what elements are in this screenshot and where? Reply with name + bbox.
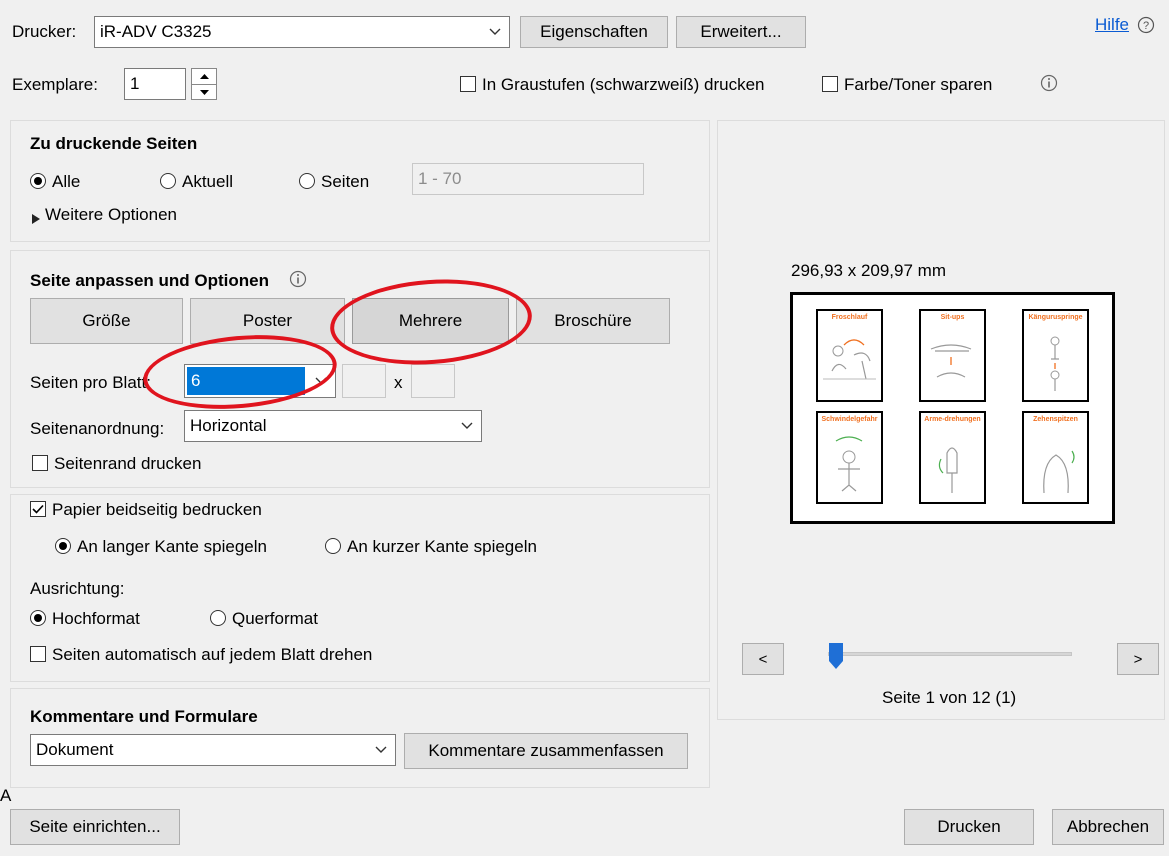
- radio-portrait-label: Hochformat: [52, 609, 140, 628]
- advanced-button[interactable]: Erweitert...: [676, 16, 806, 48]
- radio-short-edge-label: An kurzer Kante spiegeln: [347, 537, 537, 556]
- radio-pages[interactable]: [299, 173, 315, 189]
- save-toner-checkbox[interactable]: [822, 76, 838, 92]
- radio-pages-label: Seiten: [321, 172, 370, 191]
- pages-range-input[interactable]: 1 - 70: [412, 163, 644, 195]
- preview-slider-track[interactable]: [828, 652, 1072, 656]
- chevron-down-icon: [367, 735, 395, 765]
- comments-heading: Kommentare und Formulare: [30, 707, 258, 726]
- page-setup-button[interactable]: Seite einrichten...: [10, 809, 180, 845]
- chevron-down-icon: [307, 365, 335, 397]
- thumbnail-page: Känguruspringe: [1022, 309, 1089, 402]
- duplex-label: Papier beidseitig bedrucken: [52, 500, 262, 519]
- chevron-down-icon: [453, 411, 481, 441]
- printer-select[interactable]: iR-ADV C3325: [94, 16, 510, 48]
- triangle-right-icon[interactable]: [32, 209, 40, 229]
- pages-per-sheet-label: Seiten pro Blatt:: [30, 373, 151, 392]
- tab-poster[interactable]: Poster: [190, 298, 345, 344]
- summarize-comments-button[interactable]: Kommentare zusammenfassen: [404, 733, 688, 769]
- copies-value: 1: [130, 74, 140, 93]
- grayscale-checkbox[interactable]: [460, 76, 476, 92]
- thumbnail-page: Sit-ups: [919, 309, 986, 402]
- pages-to-print-heading: Zu druckende Seiten: [30, 134, 198, 153]
- print-button[interactable]: Drucken: [904, 809, 1034, 845]
- copies-input[interactable]: 1: [124, 68, 186, 100]
- thumbnail-page: Zehenspitzen: [1022, 411, 1089, 504]
- cancel-button[interactable]: Abbrechen: [1052, 809, 1164, 845]
- pages-range-text: 1 - 70: [418, 169, 462, 188]
- radio-long-edge[interactable]: [55, 538, 71, 554]
- auto-rotate-label: Seiten automatisch auf jedem Blatt drehe…: [52, 645, 373, 664]
- info-icon[interactable]: [1040, 74, 1058, 97]
- page-sizing-heading: Seite anpassen und Optionen: [30, 271, 269, 290]
- radio-long-edge-label: An langer Kante spiegeln: [77, 537, 267, 556]
- duplex-checkbox[interactable]: [30, 501, 46, 517]
- page-order-select[interactable]: Horizontal: [184, 410, 482, 442]
- orientation-label: Ausrichtung:: [30, 579, 125, 598]
- preview-prev-button[interactable]: <: [742, 643, 784, 675]
- radio-landscape[interactable]: [210, 610, 226, 626]
- radio-current[interactable]: [160, 173, 176, 189]
- tab-booklet[interactable]: Broschüre: [516, 298, 670, 344]
- chevron-down-icon: [481, 17, 509, 47]
- stray-letter: A: [0, 786, 12, 805]
- page-order-value: Horizontal: [190, 416, 267, 435]
- svg-text:?: ?: [1143, 20, 1149, 32]
- page-order-label: Seitenanordnung:: [30, 419, 165, 438]
- thumbnail-page: Froschlauf: [816, 309, 883, 402]
- custom-rows-input[interactable]: [411, 364, 455, 398]
- more-options-link[interactable]: Weitere Optionen: [45, 205, 177, 225]
- comments-value: Dokument: [36, 740, 114, 759]
- preview-slider-thumb[interactable]: [829, 643, 843, 669]
- radio-short-edge[interactable]: [325, 538, 341, 554]
- preview-dimensions: 296,93 x 209,97 mm: [791, 261, 946, 280]
- pages-per-sheet-select[interactable]: 6: [184, 364, 336, 398]
- printer-label: Drucker:: [12, 22, 77, 41]
- radio-portrait[interactable]: [30, 610, 46, 626]
- tab-size[interactable]: Größe: [30, 298, 183, 344]
- thumbnail-page: Schwindelgefahr: [816, 411, 883, 504]
- pages-per-sheet-value: 6: [187, 367, 305, 395]
- copies-label: Exemplare:: [12, 75, 98, 94]
- properties-button[interactable]: Eigenschaften: [520, 16, 668, 48]
- thumbnail-page: Arme-drehungen: [919, 411, 986, 504]
- copies-stepper[interactable]: [191, 68, 217, 100]
- grayscale-label: In Graustufen (schwarzweiß) drucken: [482, 75, 765, 94]
- save-toner-label: Farbe/Toner sparen: [844, 75, 993, 94]
- comments-select[interactable]: Dokument: [30, 734, 396, 766]
- help-link[interactable]: Hilfe: [1095, 15, 1129, 35]
- custom-columns-input[interactable]: [342, 364, 386, 398]
- preview-next-button[interactable]: >: [1117, 643, 1159, 675]
- info-icon[interactable]: [289, 270, 307, 293]
- preview-sheet: Froschlauf Sit-ups Känguruspringe Schwin…: [790, 292, 1115, 524]
- preview-page-indicator: Seite 1 von 12 (1): [882, 688, 1017, 707]
- print-border-label: Seitenrand drucken: [54, 454, 202, 473]
- auto-rotate-checkbox[interactable]: [30, 646, 46, 662]
- print-border-checkbox[interactable]: [32, 455, 48, 471]
- printer-select-value: iR-ADV C3325: [100, 22, 212, 41]
- radio-current-label: Aktuell: [182, 172, 234, 191]
- radio-all[interactable]: [30, 173, 46, 189]
- tab-multiple[interactable]: Mehrere: [352, 298, 509, 344]
- radio-landscape-label: Querformat: [232, 609, 318, 628]
- help-icon[interactable]: ?: [1137, 16, 1155, 39]
- spinner-down-icon[interactable]: [192, 85, 216, 100]
- spinner-up-icon[interactable]: [192, 69, 216, 85]
- times-sign: x: [394, 373, 403, 392]
- radio-all-label: Alle: [52, 172, 81, 191]
